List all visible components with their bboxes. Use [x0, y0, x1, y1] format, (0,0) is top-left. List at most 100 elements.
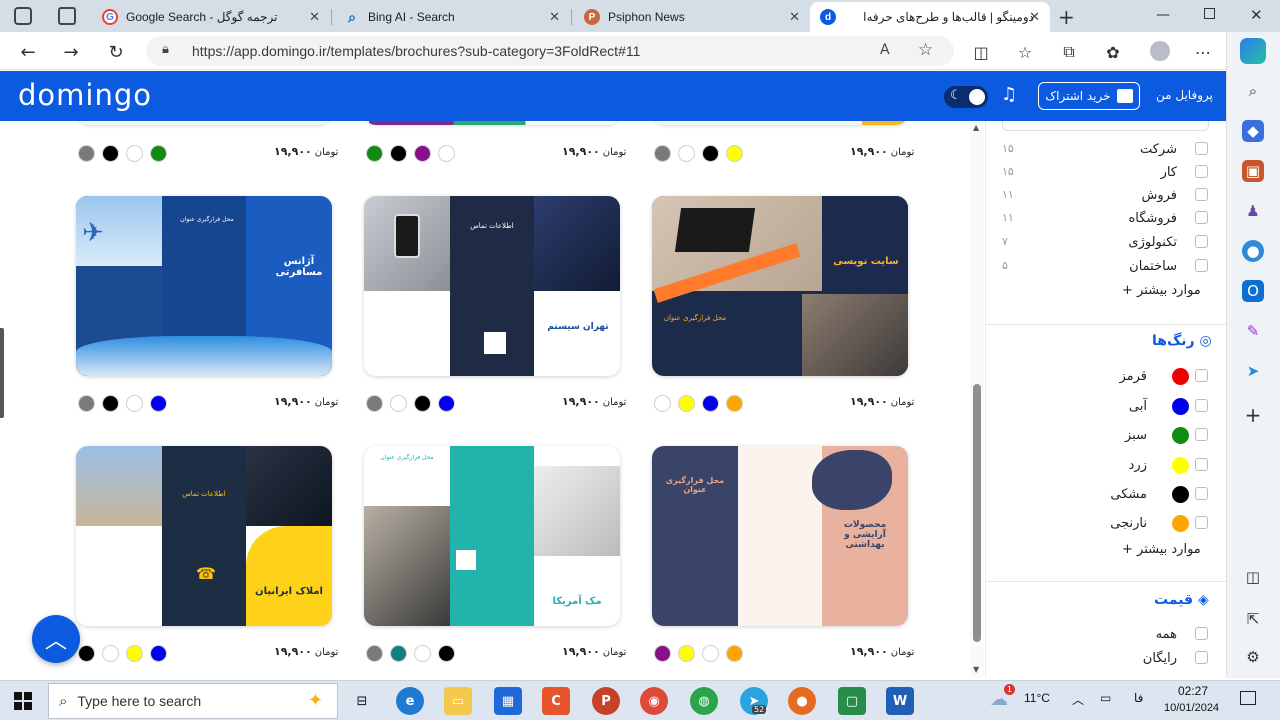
profile-avatar[interactable]	[1150, 41, 1170, 61]
color-swatch[interactable]	[102, 395, 119, 412]
color-swatch[interactable]	[438, 645, 455, 662]
checkbox[interactable]	[1195, 627, 1208, 640]
color-swatch[interactable]	[438, 145, 455, 162]
color-swatch[interactable]	[702, 645, 719, 662]
filter-category[interactable]: فروشگاه ۱۱	[986, 208, 1226, 230]
template-card[interactable]: محل فرارگیری عنوان محصولات آرایشی و بهدا…	[652, 446, 908, 626]
firefox-icon[interactable]: ●	[788, 687, 816, 715]
template-card-partial[interactable]	[652, 121, 908, 125]
filter-color[interactable]: زرد	[986, 455, 1226, 477]
side-drawer-handle[interactable]	[0, 328, 4, 418]
tab-google[interactable]: G Google Search - ترجمه گوگل ✕	[92, 2, 330, 32]
color-swatch[interactable]	[678, 395, 695, 412]
template-card[interactable]: ✈ آژانس مسافرتی محل فرارگیری عنوان	[76, 196, 332, 376]
filter-price[interactable]: همه	[986, 624, 1226, 646]
color-swatch[interactable]	[414, 645, 431, 662]
template-card[interactable]: سایت نویسی محل فرارگیری عنوان	[652, 196, 908, 376]
app-green-icon[interactable]: ▢	[838, 687, 866, 715]
checkbox[interactable]	[1195, 142, 1208, 155]
tab-psiphon[interactable]: P Psiphon News ✕	[574, 2, 810, 32]
color-swatch[interactable]	[126, 395, 143, 412]
psiphon-taskbar-icon[interactable]: P	[592, 687, 620, 715]
checkbox[interactable]	[1195, 211, 1208, 224]
template-card-partial[interactable]	[76, 121, 332, 125]
edge-taskbar-icon[interactable]: e	[396, 687, 424, 715]
color-swatch[interactable]	[654, 395, 671, 412]
checkbox[interactable]	[1195, 516, 1208, 529]
profile-link[interactable]: پروفایل من	[1156, 88, 1213, 102]
headset-icon[interactable]: ♫	[1001, 84, 1017, 105]
chevron-up-icon[interactable]: ︿	[1072, 691, 1084, 708]
checkbox[interactable]	[1195, 369, 1208, 382]
close-icon[interactable]: ✕	[1029, 9, 1040, 25]
color-swatch[interactable]	[414, 395, 431, 412]
filter-color[interactable]: مشکی	[986, 484, 1226, 506]
color-swatch[interactable]	[726, 395, 743, 412]
template-card[interactable]: مک آمریکا محل فرارگیری عنوان	[364, 446, 620, 626]
color-swatch[interactable]	[366, 145, 383, 162]
favorites-icon[interactable]: ☆	[1014, 41, 1036, 63]
back-icon[interactable]: ←	[15, 39, 41, 65]
games-icon[interactable]: ♟	[1242, 200, 1264, 222]
workspaces-icon[interactable]	[14, 7, 32, 25]
collections-icon[interactable]: ⧉	[1058, 41, 1080, 63]
filter-category[interactable]: ساختمان ۵	[986, 256, 1226, 278]
language-indicator[interactable]: فا	[1134, 691, 1143, 705]
forward-icon[interactable]: →	[58, 39, 84, 65]
checkbox[interactable]	[1195, 458, 1208, 471]
color-swatch[interactable]	[126, 645, 143, 662]
color-swatch[interactable]	[654, 145, 671, 162]
add-sidebar-app-icon[interactable]: +	[1242, 403, 1264, 427]
restore-icon[interactable]	[1204, 8, 1215, 19]
template-card[interactable]: اطلاعات تماس تهران سیستم	[364, 196, 620, 376]
filter-category[interactable]: تکنولوژی ۷	[986, 232, 1226, 254]
color-swatch[interactable]	[150, 395, 167, 412]
split-screen-icon[interactable]: ◫	[970, 41, 992, 63]
color-swatch[interactable]	[366, 645, 383, 662]
color-swatch[interactable]	[126, 145, 143, 162]
filter-price[interactable]: رایگان	[986, 648, 1226, 670]
subscribe-button[interactable]: خرید اشتراک	[1038, 82, 1140, 110]
notifications-icon[interactable]	[1240, 691, 1256, 705]
color-swatch[interactable]	[726, 145, 743, 162]
clock-date[interactable]: 10/01/2024	[1164, 702, 1219, 714]
globe-app-icon[interactable]: ◍	[690, 687, 718, 715]
chrome-icon[interactable]: ◉	[640, 687, 668, 715]
read-aloud-icon[interactable]: A	[880, 42, 890, 58]
windows-start-icon[interactable]	[14, 692, 32, 710]
color-swatch[interactable]	[654, 645, 671, 662]
filter-color[interactable]: آبی	[986, 396, 1226, 418]
color-swatch[interactable]	[366, 395, 383, 412]
filter-color[interactable]: قرمز	[986, 366, 1226, 388]
external-link-icon[interactable]: ⇱	[1242, 608, 1264, 630]
scroll-up-icon[interactable]: ▲	[973, 123, 979, 132]
color-swatch[interactable]	[726, 645, 743, 662]
color-swatch[interactable]	[102, 145, 119, 162]
color-swatch[interactable]	[678, 145, 695, 162]
scroll-down-icon[interactable]: ▼	[973, 665, 979, 674]
scrollbar-thumb[interactable]	[973, 384, 981, 642]
task-view-icon[interactable]: ⊟	[348, 687, 376, 715]
filter-category[interactable]: شرکت ۱۵	[986, 139, 1226, 161]
color-swatch[interactable]	[150, 645, 167, 662]
battery-icon[interactable]: ▭	[1100, 691, 1111, 705]
page-scrollbar[interactable]: ▲ ▼	[970, 121, 984, 678]
send-icon[interactable]: ➤	[1242, 360, 1264, 382]
more-categories-link[interactable]: + موارد بیشتر	[1122, 283, 1201, 298]
minimize-icon[interactable]: —	[1156, 7, 1170, 23]
color-swatch[interactable]	[390, 145, 407, 162]
color-swatch[interactable]	[678, 645, 695, 662]
template-card[interactable]: اطلاعات تماس ☎ املاک ایرانیان	[76, 446, 332, 626]
color-swatch[interactable]	[390, 395, 407, 412]
color-swatch[interactable]	[150, 145, 167, 162]
presentation-app-icon[interactable]: C	[542, 687, 570, 715]
store-icon[interactable]: ▦	[494, 687, 522, 715]
close-window-icon[interactable]: ✕	[1250, 6, 1263, 24]
checkbox[interactable]	[1195, 428, 1208, 441]
copilot-sidebar-icon[interactable]: ●	[1242, 240, 1264, 262]
clock-time[interactable]: 02:27	[1178, 684, 1208, 698]
tab-actions-icon[interactable]	[58, 7, 76, 25]
checkbox[interactable]	[1195, 188, 1208, 201]
url-field[interactable]: 🔒︎ https://app.domingo.ir/templates/broc…	[146, 36, 954, 66]
filter-color[interactable]: نارنجی	[986, 513, 1226, 535]
